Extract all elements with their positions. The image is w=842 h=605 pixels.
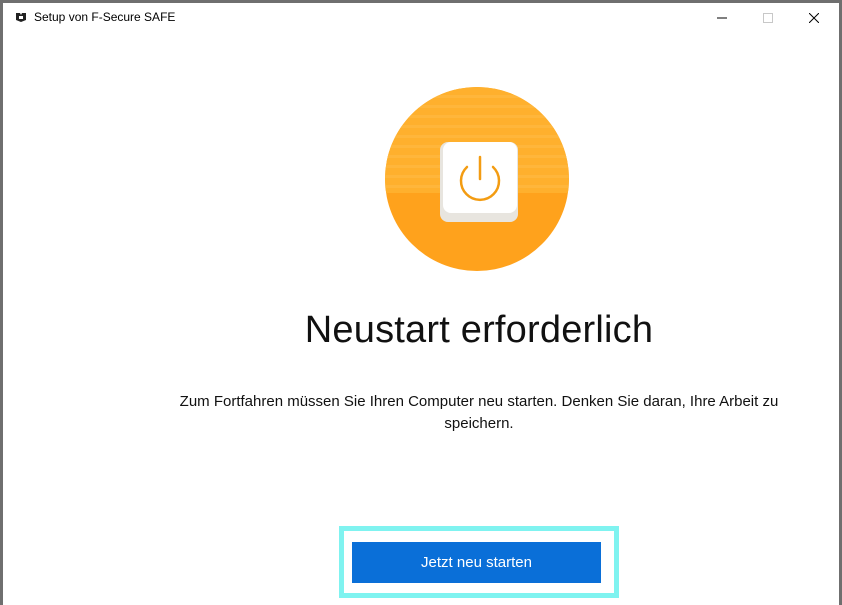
maximize-icon	[763, 13, 773, 23]
minimize-icon	[717, 17, 727, 19]
restart-now-button[interactable]: Jetzt neu starten	[352, 542, 601, 583]
restart-message: Zum Fortfahren müssen Sie Ihren Computer…	[179, 393, 779, 432]
page-title: Neustart erforderlich	[304, 309, 654, 351]
close-icon	[809, 13, 819, 23]
close-button[interactable]	[791, 3, 837, 33]
window-title: Setup von F-Secure SAFE	[34, 10, 176, 24]
title-bar[interactable]: Setup von F-Secure SAFE	[3, 3, 839, 33]
maximize-button[interactable]	[745, 3, 791, 33]
setup-window: Setup von F-Secure SAFE Neustart erforde…	[0, 0, 842, 605]
minimize-button[interactable]	[699, 3, 745, 33]
f-secure-app-icon	[16, 13, 26, 22]
restart-illustration	[385, 87, 569, 271]
